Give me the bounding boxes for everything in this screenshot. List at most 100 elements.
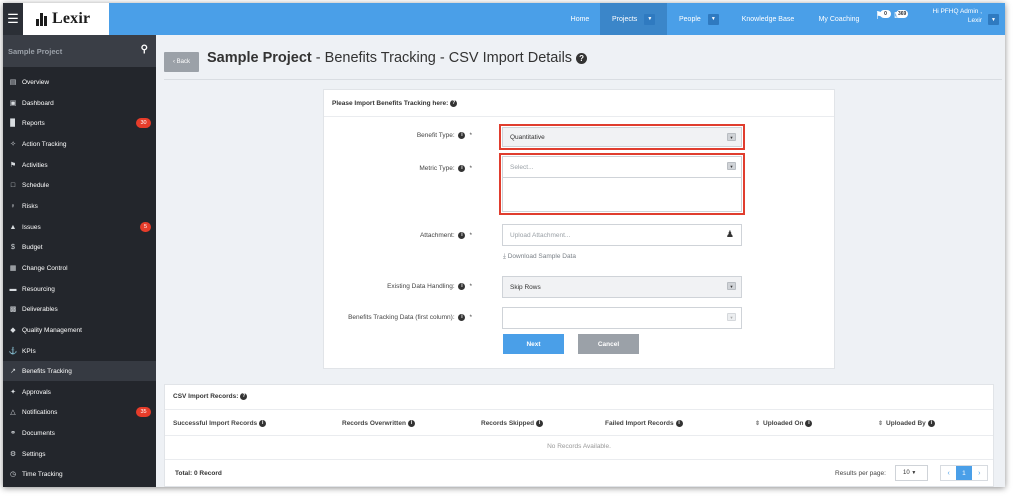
page-title: Sample Project - Benefits Tracking - CSV… [207,50,588,66]
nav-people[interactable]: People ▼ [675,3,727,35]
sidebar-item-budget[interactable]: $ Budget [3,237,156,257]
nav-knowledge-base[interactable]: Knowledge Base [738,3,798,35]
next-button[interactable]: Next [503,334,564,354]
sidebar-item-activities[interactable]: ⚑ Activities [3,155,156,175]
form-title: Please Import Benefits Tracking here:? [324,90,834,117]
info-icon[interactable]: i [458,283,466,290]
info-icon[interactable]: i [805,420,813,427]
column-header-uploaded-by[interactable]: ⇕ Uploaded By i [878,420,935,427]
results-per-page-label: Results per page: [835,470,886,477]
existing-data-label: Existing Data Handling: i * [387,283,472,290]
sidebar-item-time-tracking[interactable]: ◷ Time Tracking [3,464,156,484]
chevron-down-icon: ▼ [727,313,736,321]
highlight-box [499,124,745,150]
search-icon[interactable]: ⚲ [141,44,148,55]
download-sample-link[interactable]: ⤓ Download Sample Data [503,253,576,261]
sidebar-item-label: Dashboard [22,99,54,107]
info-icon[interactable]: i [259,420,267,427]
column-header-uploaded-on[interactable]: ⇕ Uploaded On i [755,420,813,427]
sidebar-item-reports[interactable]: ▉ Reports 30 [3,113,156,133]
sidebar-item-quality-management[interactable]: ◆ Quality Management [3,320,156,340]
required-marker: * [469,283,472,290]
info-icon[interactable]: i [675,420,683,427]
sidebar-item-notifications[interactable]: △ Notifications 35 [3,402,156,422]
app-logo[interactable]: Lexir [23,3,109,35]
help-icon[interactable]: ? [576,53,588,64]
nav-my-coaching-label: My Coaching [818,15,860,23]
empty-state: No Records Available. [547,443,611,450]
sidebar-item-approvals[interactable]: ✦ Approvals [3,382,156,402]
menu-toggle-icon[interactable]: ☰ [3,3,23,35]
download-icon: ⤓ [503,253,506,260]
info-icon[interactable]: i [927,420,935,427]
required-marker: * [469,132,472,139]
sidebar-item-schedule[interactable]: □ Schedule [3,175,156,195]
action-tracking-icon: ✧ [10,141,16,148]
user-upload-icon[interactable]: ♟ [726,229,734,240]
info-icon[interactable]: i [458,232,466,239]
cancel-button-label: Cancel [597,340,620,348]
sidebar-item-label: Change Control [22,264,68,272]
column-header-skipped[interactable]: Records Skipped i [481,420,544,427]
column-header-successful[interactable]: Successful Import Records i [173,420,267,427]
column-header-failed[interactable]: Failed Import Records i [605,420,683,427]
user-company: Lexir [967,17,982,24]
column-header-overwritten[interactable]: Records Overwritten i [342,420,415,427]
existing-data-select[interactable]: Skip Rows ▼ [502,276,742,298]
messages-count-badge: 369 [896,10,909,18]
sidebar-item-label: Benefits Tracking [22,367,72,375]
records-title: CSV Import Records:? [173,393,248,400]
anchor-icon: ⚓ [8,348,18,355]
info-icon[interactable]: i [407,420,415,427]
reports-count-badge: 30 [136,118,151,128]
back-button[interactable]: ‹ Back [164,52,199,72]
info-icon[interactable]: i [536,420,544,427]
sidebar-item-issues[interactable]: ▲ Issues 5 [3,217,156,237]
deliverables-icon: ▩ [9,306,17,313]
sidebar-item-benefits-tracking[interactable]: ↗ Benefits Tracking [3,361,156,381]
page-current[interactable]: 1 [956,466,972,480]
calendar-icon: □ [10,181,16,189]
help-icon[interactable]: ? [450,99,458,107]
user-menu-chevron-icon[interactable]: ▼ [988,14,999,25]
user-menu[interactable]: Hi PFHQ Admin , Lexir [933,7,982,25]
user-greeting: Hi PFHQ Admin , [932,8,982,15]
sidebar-item-label: KPIs [22,347,36,355]
info-icon[interactable]: i [458,132,466,139]
sidebar-item-deliverables[interactable]: ▩ Deliverables [3,299,156,319]
sidebar-item-label: Documents [22,429,55,437]
sidebar-item-resourcing[interactable]: ▬ Resourcing [3,279,156,299]
metric-type-label: Metric Type: i * [419,165,472,172]
sidebar-item-change-control[interactable]: ▦ Change Control [3,258,156,278]
column-header-label: Records Skipped [481,420,535,427]
bell-icon: △ [10,409,16,416]
sidebar-item-settings[interactable]: ⚙ Settings [3,444,156,464]
sidebar-item-kpis[interactable]: ⚓ KPIs [3,341,156,361]
cancel-button[interactable]: Cancel [578,334,639,354]
info-icon[interactable]: i [458,314,466,321]
nav-projects[interactable]: Projects ▼ [600,3,667,35]
prev-page-icon[interactable]: ‹ [941,466,956,480]
sidebar-item-action-tracking[interactable]: ✧ Action Tracking [3,134,156,154]
divider [164,79,1002,80]
nav-my-coaching[interactable]: My Coaching [812,3,866,35]
sidebar-item-dashboard[interactable]: ▣ Dashboard [3,93,156,113]
sidebar-item-overview[interactable]: ▤ Overview [3,72,156,92]
sidebar-item-label: Action Tracking [22,140,67,148]
sidebar-item-documents[interactable]: ⚭ Documents [3,423,156,443]
project-search[interactable]: Sample Project ⚲ [3,35,156,67]
required-marker: * [469,314,472,321]
first-column-label: Benefits Tracking Data (first column): i… [348,314,472,321]
help-icon[interactable]: ? [240,393,248,400]
nav-home[interactable]: Home [563,3,597,35]
results-per-page-select[interactable]: 10 ▼ [895,465,928,481]
sidebar-item-risks[interactable]: ♀ Risks [3,196,156,216]
attachment-upload[interactable]: Upload Attachment... ♟ [502,224,742,246]
sidebar-item-label: Settings [22,450,46,458]
chevron-down-icon[interactable]: ▼ [707,13,719,25]
chevron-down-icon[interactable]: ▼ [644,13,656,25]
info-icon[interactable]: i [458,165,466,172]
sidebar-item-label: Activities [22,161,48,169]
first-column-select[interactable]: ▼ [502,307,742,329]
next-page-icon[interactable]: › [972,466,987,480]
